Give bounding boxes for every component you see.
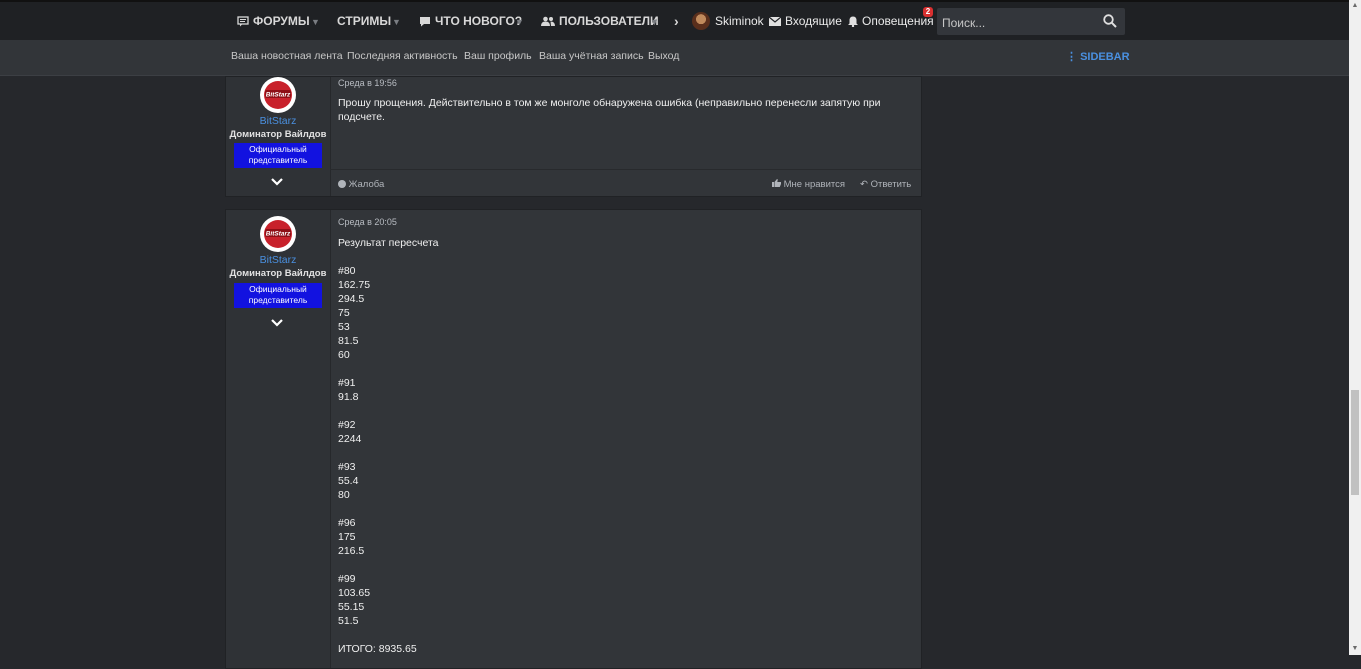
scrollbar-thumb[interactable] <box>1351 390 1359 495</box>
avatar <box>692 12 710 30</box>
post-author-name[interactable]: BitStarz <box>226 254 330 266</box>
search-input[interactable] <box>937 8 1104 37</box>
sidebar-toggle[interactable]: ⋮ SIDEBAR <box>1066 50 1130 63</box>
nav-streams[interactable]: СТРИМЫ <box>337 2 391 40</box>
post-body: Прошу прощения. Действительно в том же м… <box>338 97 881 123</box>
post-author-panel: BitStarz BitStarz Доминатор Вайлдов Офиц… <box>226 210 331 668</box>
post-date[interactable]: Среда в 20:05 <box>338 217 397 227</box>
chevron-down-icon[interactable]: ▼ <box>650 17 659 27</box>
avatar[interactable]: BitStarz <box>260 77 296 113</box>
nav-forums[interactable]: ФОРУМЫ <box>237 2 310 40</box>
status-badge: Официальный представитель <box>234 283 322 308</box>
svg-text:BitStarz: BitStarz <box>266 231 291 238</box>
top-navigation: ФОРУМЫ ▼ СТРИМЫ ▼ ЧТО НОВОГО? ▼ ПОЛЬЗОВА… <box>0 0 1349 40</box>
subnav-feed[interactable]: Ваша новостная лента <box>231 50 343 62</box>
user-menu[interactable]: Skiminok <box>692 2 764 40</box>
alerts-link[interactable]: Оповещения <box>848 2 934 40</box>
username: Skiminok <box>715 14 764 28</box>
post: BitStarz BitStarz Доминатор Вайлдов Офиц… <box>225 76 922 197</box>
warning-icon <box>338 180 346 188</box>
envelope-icon <box>769 16 781 26</box>
post-author-name[interactable]: BitStarz <box>226 115 330 127</box>
nav-forums-label: ФОРУМЫ <box>253 14 310 28</box>
nav-users[interactable]: ПОЛЬЗОВАТЕЛИ <box>541 2 659 40</box>
scrollbar[interactable]: ▲ ▼ <box>1349 0 1361 655</box>
scroll-down-icon[interactable]: ▼ <box>1349 643 1361 655</box>
users-icon <box>541 16 555 26</box>
chevron-right-icon[interactable]: › <box>674 2 679 40</box>
post-author-title: Доминатор Вайлдов <box>229 129 327 140</box>
chevron-down-icon[interactable] <box>270 318 284 327</box>
bell-icon <box>848 16 858 27</box>
post-date[interactable]: Среда в 19:56 <box>338 78 397 88</box>
chevron-down-icon[interactable]: ▼ <box>311 17 320 27</box>
svg-text:BitStarz: BitStarz <box>266 92 291 99</box>
nav-users-label: ПОЛЬЗОВАТЕЛИ <box>559 14 659 28</box>
inbox-link[interactable]: Входящие <box>769 2 842 40</box>
chevron-down-icon[interactable]: ▼ <box>515 17 524 27</box>
nav-whats-new[interactable]: ЧТО НОВОГО? <box>419 2 522 40</box>
thumbs-up-icon <box>772 179 781 187</box>
inbox-label: Входящие <box>785 14 842 28</box>
reply-label: Ответить <box>870 179 912 190</box>
subnav-logout[interactable]: Выход <box>648 50 679 62</box>
post-body: Результат пересчета #80 162.75 294.5 75 … <box>338 237 439 655</box>
like-button[interactable]: Мне нравится <box>772 179 845 190</box>
subnav-activity[interactable]: Последняя активность <box>347 50 458 62</box>
report-label: Жалоба <box>348 179 385 190</box>
post-footer: Жалоба Мне нравится ↶ Ответить <box>330 169 921 198</box>
subnav-profile[interactable]: Ваш профиль <box>464 50 532 62</box>
vertical-dots-icon: ⋮ <box>1066 51 1077 63</box>
chevron-down-icon[interactable]: ▼ <box>392 17 401 27</box>
search-box[interactable] <box>937 8 1125 37</box>
reply-icon: ↶ <box>860 179 868 190</box>
post-author-title: Доминатор Вайлдов <box>229 268 327 279</box>
avatar[interactable]: BitStarz <box>260 216 296 252</box>
nav-streams-label: СТРИМЫ <box>337 14 392 28</box>
subnav-account[interactable]: Ваша учётная запись <box>539 50 644 62</box>
post: BitStarz BitStarz Доминатор Вайлдов Офиц… <box>225 209 922 669</box>
forum-icon <box>237 15 249 26</box>
like-label: Мне нравится <box>783 179 846 190</box>
sidebar-toggle-label: SIDEBAR <box>1080 51 1130 63</box>
comment-icon <box>420 16 430 26</box>
alerts-count-badge: 2 <box>923 7 933 17</box>
chevron-down-icon[interactable] <box>270 177 284 186</box>
status-badge: Официальный представитель <box>234 143 322 168</box>
search-icon[interactable] <box>1103 14 1117 28</box>
sub-navigation: Ваша новостная лента Последняя активност… <box>0 40 1349 76</box>
post-author-panel: BitStarz BitStarz Доминатор Вайлдов Офиц… <box>226 77 331 196</box>
reply-button[interactable]: ↶ Ответить <box>860 179 911 190</box>
report-link[interactable]: Жалоба <box>338 179 384 190</box>
scroll-up-icon[interactable]: ▲ <box>1349 0 1361 12</box>
nav-whats-new-label: ЧТО НОВОГО? <box>435 14 523 28</box>
